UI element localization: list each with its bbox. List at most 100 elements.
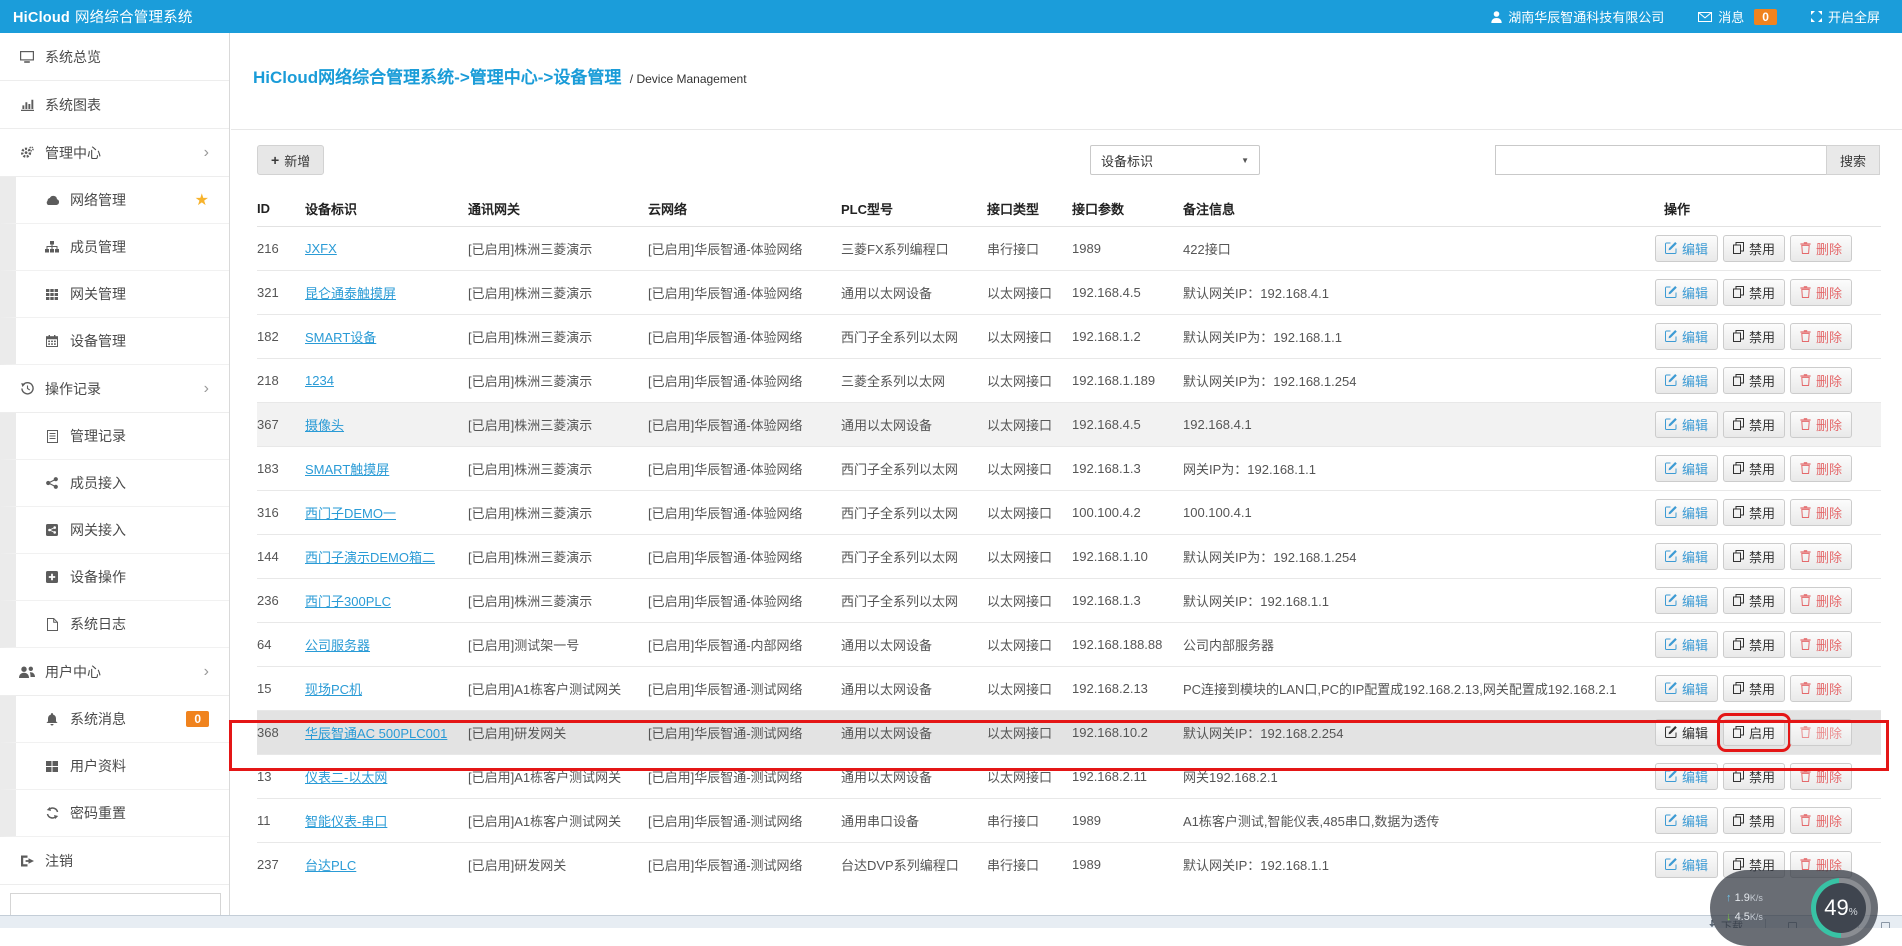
sidebar-item-gateway-mgmt[interactable]: 网关管理 xyxy=(0,271,229,318)
sidebar-item-system-charts[interactable]: 系统图表 xyxy=(0,81,229,129)
disable-button[interactable]: 禁用 xyxy=(1723,411,1785,438)
chevron-right-icon: › xyxy=(204,145,209,161)
device-name-link[interactable]: 台达PLC xyxy=(305,858,356,873)
delete-button[interactable]: 删除 xyxy=(1790,279,1852,306)
sidebar-item-device-operation[interactable]: 设备操作 xyxy=(0,554,229,601)
delete-button[interactable]: 删除 xyxy=(1790,719,1852,746)
device-name-link[interactable]: 西门子DEMO一 xyxy=(305,506,396,521)
device-name-link[interactable]: SMART设备 xyxy=(305,330,376,345)
cell-id: 236 xyxy=(257,578,305,622)
sidebar-item-system-overview[interactable]: 系统总览 xyxy=(0,33,229,81)
enable-button-label: 启用 xyxy=(1749,723,1775,742)
sidebar-item-device-mgmt[interactable]: 设备管理 xyxy=(0,318,229,365)
edit-button[interactable]: 编辑 xyxy=(1655,411,1718,438)
device-name-link[interactable]: JXFX xyxy=(305,241,337,256)
sidebar-item-network-mgmt[interactable]: 网络管理★ xyxy=(0,177,229,224)
sidebar-item-gateway-access[interactable]: 网关接入 xyxy=(0,507,229,554)
sidebar-item-admin-records[interactable]: 管理记录 xyxy=(0,413,229,460)
disable-button[interactable]: 禁用 xyxy=(1723,367,1785,394)
delete-button[interactable]: 删除 xyxy=(1790,499,1852,526)
sidebar-item-operation-logs[interactable]: 操作记录› xyxy=(0,365,229,413)
edit-button[interactable]: 编辑 xyxy=(1655,455,1718,482)
edit-button[interactable]: 编辑 xyxy=(1655,587,1718,614)
disable-button[interactable]: 禁用 xyxy=(1723,807,1785,834)
edit-button[interactable]: 编辑 xyxy=(1655,367,1718,394)
sidebar-item-member-mgmt[interactable]: 成员管理 xyxy=(0,224,229,271)
disable-button[interactable]: 禁用 xyxy=(1723,587,1785,614)
cell-plc: 通用以太网设备 xyxy=(841,666,987,710)
sidebar-item-label: 系统日志 xyxy=(70,614,126,634)
cell-cloud: [已启用]华辰智通-体验网络 xyxy=(648,226,841,270)
delete-button[interactable]: 删除 xyxy=(1790,543,1852,570)
sidebar-item-member-access[interactable]: 成员接入 xyxy=(0,460,229,507)
disable-button[interactable]: 禁用 xyxy=(1723,279,1785,306)
edit-button[interactable]: 编辑 xyxy=(1655,235,1718,262)
search-input[interactable] xyxy=(1495,145,1826,175)
delete-button[interactable]: 删除 xyxy=(1790,323,1852,350)
delete-button[interactable]: 删除 xyxy=(1790,763,1852,790)
disable-button[interactable]: 禁用 xyxy=(1723,499,1785,526)
edit-button[interactable]: 编辑 xyxy=(1655,851,1718,878)
company-menu[interactable]: 湖南华辰智通科技有限公司 xyxy=(1491,7,1664,26)
cell-gateway: [已启用]株洲三菱演示 xyxy=(468,226,648,270)
device-name-link[interactable]: 智能仪表-串口 xyxy=(305,814,387,829)
cell-actions: 编辑禁用删除 xyxy=(1650,226,1881,270)
delete-button[interactable]: 删除 xyxy=(1790,675,1852,702)
sidebar-item-logout[interactable]: 注销 xyxy=(0,837,229,885)
delete-button[interactable]: 删除 xyxy=(1790,367,1852,394)
disable-button[interactable]: 禁用 xyxy=(1723,763,1785,790)
device-name-link[interactable]: 西门子300PLC xyxy=(305,594,391,609)
sidebar-item-password-reset[interactable]: 密码重置 xyxy=(0,790,229,837)
delete-button[interactable]: 删除 xyxy=(1790,587,1852,614)
cell-id: 183 xyxy=(257,446,305,490)
device-name-link[interactable]: 仪表二-以太网 xyxy=(305,770,387,785)
sidebar-item-user-center[interactable]: 用户中心› xyxy=(0,648,229,696)
device-name-link[interactable]: 西门子演示DEMO箱二 xyxy=(305,550,435,565)
device-name-link[interactable]: 华辰智通AC 500PLC001 xyxy=(305,726,447,741)
edit-button[interactable]: 编辑 xyxy=(1655,675,1718,702)
edit-button[interactable]: 编辑 xyxy=(1655,763,1718,790)
sidebar-item-user-profile[interactable]: 用户资料 xyxy=(0,743,229,790)
delete-button[interactable]: 删除 xyxy=(1790,807,1852,834)
edit-button[interactable]: 编辑 xyxy=(1655,543,1718,570)
edit-button[interactable]: 编辑 xyxy=(1655,719,1718,746)
device-name-link[interactable]: 昆仑通泰触摸屏 xyxy=(305,286,396,301)
network-monitor-widget[interactable]: ↑ 1.9K/s ↓ 4.5K/s 49 % xyxy=(1710,870,1878,946)
edit-button[interactable]: 编辑 xyxy=(1655,323,1718,350)
sidebar-item-system-logs[interactable]: 系统日志 xyxy=(0,601,229,648)
messages-menu[interactable]: 消息 0 xyxy=(1698,7,1777,26)
device-name-link[interactable]: 公司服务器 xyxy=(305,638,370,653)
delete-button[interactable]: 删除 xyxy=(1790,411,1852,438)
device-name-link[interactable]: SMART触摸屏 xyxy=(305,462,389,477)
fullscreen-button[interactable]: 开启全屏 xyxy=(1811,7,1880,26)
delete-button[interactable]: 删除 xyxy=(1790,235,1852,262)
device-name-link[interactable]: 摄像头 xyxy=(305,418,344,433)
enable-button[interactable]: 启用 xyxy=(1723,719,1785,746)
share-icon xyxy=(42,477,62,489)
edit-button[interactable]: 编辑 xyxy=(1655,279,1718,306)
table-row: 13仪表二-以太网[已启用]A1栋客户测试网关[已启用]华辰智通-测试网络通用以… xyxy=(257,754,1881,798)
edit-button[interactable]: 编辑 xyxy=(1655,631,1718,658)
table-row: 237台达PLC[已启用]研发网关[已启用]华辰智通-测试网络台达DVP系列编程… xyxy=(257,842,1881,886)
disable-button-label: 禁用 xyxy=(1749,283,1775,302)
disable-button[interactable]: 禁用 xyxy=(1723,543,1785,570)
filter-select[interactable]: 设备标识 ▼ xyxy=(1090,145,1260,175)
disable-button[interactable]: 禁用 xyxy=(1723,323,1785,350)
search-button[interactable]: 搜索 xyxy=(1826,145,1880,175)
edit-button[interactable]: 编辑 xyxy=(1655,807,1718,834)
disable-button[interactable]: 禁用 xyxy=(1723,235,1785,262)
disable-button[interactable]: 禁用 xyxy=(1723,455,1785,482)
edit-button[interactable]: 编辑 xyxy=(1655,499,1718,526)
sidebar-item-system-messages[interactable]: 系统消息0 xyxy=(0,696,229,743)
tray-icon[interactable] xyxy=(1881,922,1890,929)
delete-button[interactable]: 删除 xyxy=(1790,455,1852,482)
add-button[interactable]: +新增 xyxy=(257,145,324,175)
edit-icon xyxy=(1665,726,1677,738)
device-name-link[interactable]: 1234 xyxy=(305,373,334,388)
device-name-link[interactable]: 现场PC机 xyxy=(305,682,362,697)
cell-id: 367 xyxy=(257,402,305,446)
disable-button[interactable]: 禁用 xyxy=(1723,631,1785,658)
sidebar-item-admin-center[interactable]: 管理中心› xyxy=(0,129,229,177)
disable-button[interactable]: 禁用 xyxy=(1723,675,1785,702)
delete-button[interactable]: 删除 xyxy=(1790,631,1852,658)
